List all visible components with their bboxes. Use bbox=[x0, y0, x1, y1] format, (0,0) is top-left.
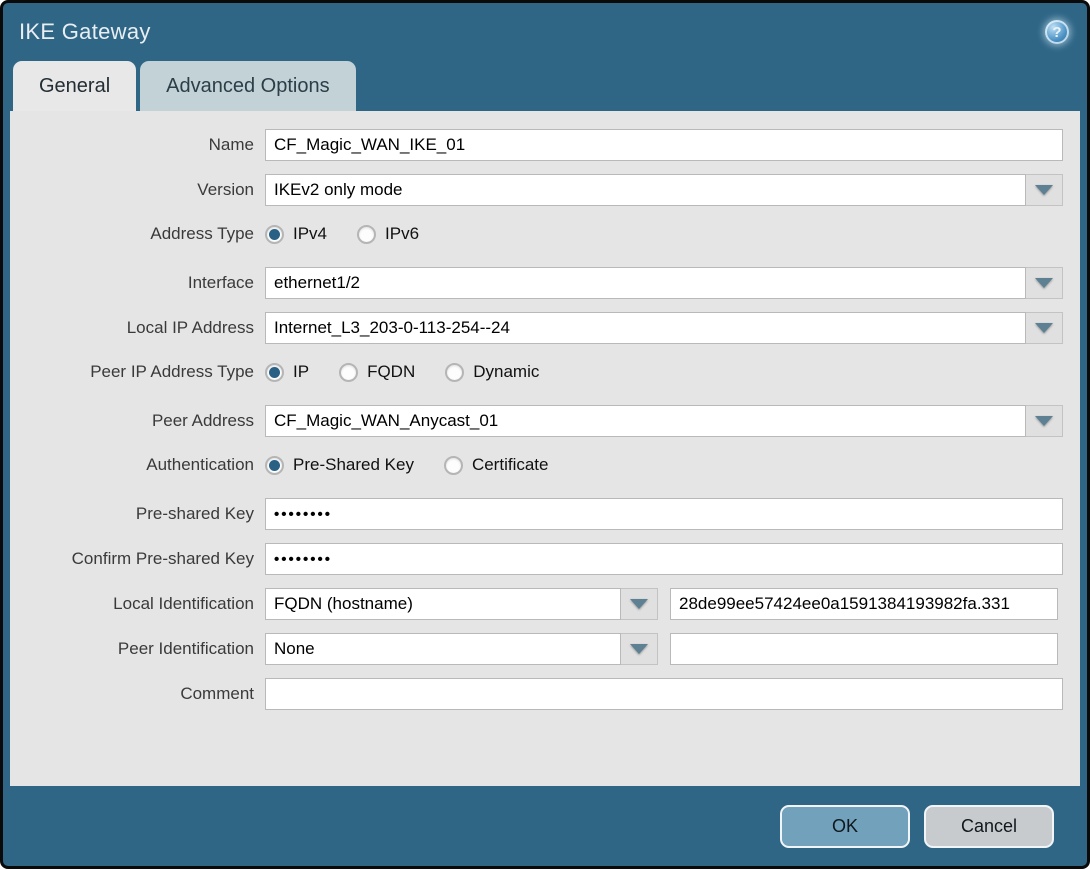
chevron-down-icon bbox=[1035, 185, 1053, 195]
peer-identification-value-input[interactable] bbox=[670, 633, 1058, 665]
peer-address-combo bbox=[265, 405, 1063, 437]
cancel-button[interactable]: Cancel bbox=[924, 804, 1054, 848]
interface-label: Interface bbox=[187, 273, 254, 292]
local-identification-dropdown-button[interactable] bbox=[621, 588, 658, 620]
comment-row: Comment bbox=[10, 678, 1080, 710]
peer-identification-type-input[interactable] bbox=[265, 633, 621, 665]
authentication-radio-group: Pre-Shared Key Certificate bbox=[265, 455, 578, 475]
interface-combo bbox=[265, 267, 1063, 299]
titlebar: IKE Gateway ? bbox=[3, 3, 1087, 61]
radio-ip-label: IP bbox=[293, 362, 310, 381]
dialog-title: IKE Gateway bbox=[19, 19, 151, 44]
peer-address-label: Peer Address bbox=[151, 411, 254, 430]
radio-option-fqdn[interactable]: FQDN bbox=[339, 362, 415, 382]
local-identification-row: Local Identification bbox=[10, 588, 1080, 620]
confirm-pre-shared-key-row: Confirm Pre-shared Key bbox=[10, 543, 1080, 575]
radio-pre-shared-key-label: Pre-Shared Key bbox=[293, 455, 414, 474]
radio-dynamic-label: Dynamic bbox=[473, 362, 540, 381]
name-row: Name bbox=[10, 129, 1080, 161]
peer-address-input[interactable] bbox=[265, 405, 1026, 437]
authentication-row: Authentication Pre-Shared Key Certificat… bbox=[10, 450, 1080, 480]
radio-certificate[interactable] bbox=[443, 455, 463, 475]
peer-identification-row: Peer Identification bbox=[10, 633, 1080, 665]
version-label: Version bbox=[197, 180, 254, 199]
radio-certificate-label: Certificate bbox=[471, 455, 549, 474]
confirm-pre-shared-key-input[interactable] bbox=[265, 543, 1063, 575]
dialog-footer: OK Cancel bbox=[3, 786, 1087, 866]
radio-option-ipv4[interactable]: IPv4 bbox=[265, 224, 327, 244]
radio-option-dynamic[interactable]: Dynamic bbox=[445, 362, 539, 382]
radio-ip[interactable] bbox=[265, 362, 284, 382]
radio-ipv4-label: IPv4 bbox=[293, 224, 328, 243]
local-ip-address-input[interactable] bbox=[265, 312, 1026, 344]
radio-option-ipv6[interactable]: IPv6 bbox=[357, 224, 419, 244]
local-ip-address-dropdown-button[interactable] bbox=[1026, 312, 1063, 344]
comment-label: Comment bbox=[180, 684, 254, 703]
tab-bar: General Advanced Options bbox=[3, 61, 1087, 111]
radio-fqdn[interactable] bbox=[339, 362, 359, 382]
peer-identification-type-combo bbox=[265, 633, 658, 665]
peer-identification-dropdown-button[interactable] bbox=[621, 633, 658, 665]
peer-address-dropdown-button[interactable] bbox=[1026, 405, 1063, 437]
peer-ip-address-type-row: Peer IP Address Type IP FQDN Dynamic bbox=[10, 357, 1080, 387]
radio-fqdn-label: FQDN bbox=[367, 362, 416, 381]
radio-dynamic[interactable] bbox=[445, 362, 465, 382]
pre-shared-key-input[interactable] bbox=[265, 498, 1063, 530]
general-tab-panel: Name Version Address Type IPv4 bbox=[10, 111, 1080, 786]
name-label: Name bbox=[208, 135, 254, 154]
interface-dropdown-button[interactable] bbox=[1026, 267, 1063, 299]
local-ip-address-label: Local IP Address bbox=[126, 318, 254, 337]
radio-ipv6[interactable] bbox=[357, 224, 377, 244]
interface-input[interactable] bbox=[265, 267, 1026, 299]
radio-option-certificate[interactable]: Certificate bbox=[443, 455, 549, 475]
chevron-down-icon bbox=[630, 599, 648, 609]
local-identification-type-combo bbox=[265, 588, 658, 620]
help-icon[interactable]: ? bbox=[1045, 20, 1069, 44]
version-dropdown-button[interactable] bbox=[1026, 174, 1063, 206]
local-ip-address-row: Local IP Address bbox=[10, 312, 1080, 344]
address-type-row: Address Type IPv4 IPv6 bbox=[10, 219, 1080, 249]
chevron-down-icon bbox=[1035, 416, 1053, 426]
local-identification-value-input[interactable] bbox=[670, 588, 1058, 620]
version-combo bbox=[265, 174, 1063, 206]
chevron-down-icon bbox=[630, 644, 648, 654]
address-type-label: Address Type bbox=[150, 224, 254, 243]
peer-address-row: Peer Address bbox=[10, 405, 1080, 437]
ike-gateway-dialog: IKE Gateway ? General Advanced Options N… bbox=[0, 0, 1090, 869]
local-ip-address-combo bbox=[265, 312, 1063, 344]
peer-ip-address-type-label: Peer IP Address Type bbox=[90, 362, 254, 381]
radio-ipv6-label: IPv6 bbox=[385, 224, 420, 243]
chevron-down-icon bbox=[1035, 278, 1053, 288]
version-input[interactable] bbox=[265, 174, 1026, 206]
tab-advanced-options-label: Advanced Options bbox=[166, 74, 330, 97]
radio-ipv4[interactable] bbox=[265, 224, 284, 244]
tab-advanced-options[interactable]: Advanced Options bbox=[140, 61, 356, 111]
tab-general[interactable]: General bbox=[13, 61, 137, 111]
name-input[interactable] bbox=[265, 129, 1063, 161]
address-type-radio-group: IPv4 IPv6 bbox=[265, 224, 449, 244]
local-identification-type-input[interactable] bbox=[265, 588, 621, 620]
tab-general-label: General bbox=[39, 74, 111, 97]
radio-pre-shared-key[interactable] bbox=[265, 455, 284, 475]
version-row: Version bbox=[10, 174, 1080, 206]
authentication-label: Authentication bbox=[146, 455, 254, 474]
peer-identification-label: Peer Identification bbox=[117, 639, 254, 658]
ok-button[interactable]: OK bbox=[780, 804, 910, 848]
pre-shared-key-label: Pre-shared Key bbox=[135, 504, 254, 523]
radio-option-pre-shared-key[interactable]: Pre-Shared Key bbox=[265, 455, 414, 475]
local-identification-label: Local Identification bbox=[113, 594, 254, 613]
radio-option-ip[interactable]: IP bbox=[265, 362, 309, 382]
comment-input[interactable] bbox=[265, 678, 1063, 710]
peer-ip-address-type-radio-group: IP FQDN Dynamic bbox=[265, 362, 569, 382]
pre-shared-key-row: Pre-shared Key bbox=[10, 498, 1080, 530]
chevron-down-icon bbox=[1035, 323, 1053, 333]
interface-row: Interface bbox=[10, 267, 1080, 299]
confirm-pre-shared-key-label: Confirm Pre-shared Key bbox=[71, 549, 254, 568]
